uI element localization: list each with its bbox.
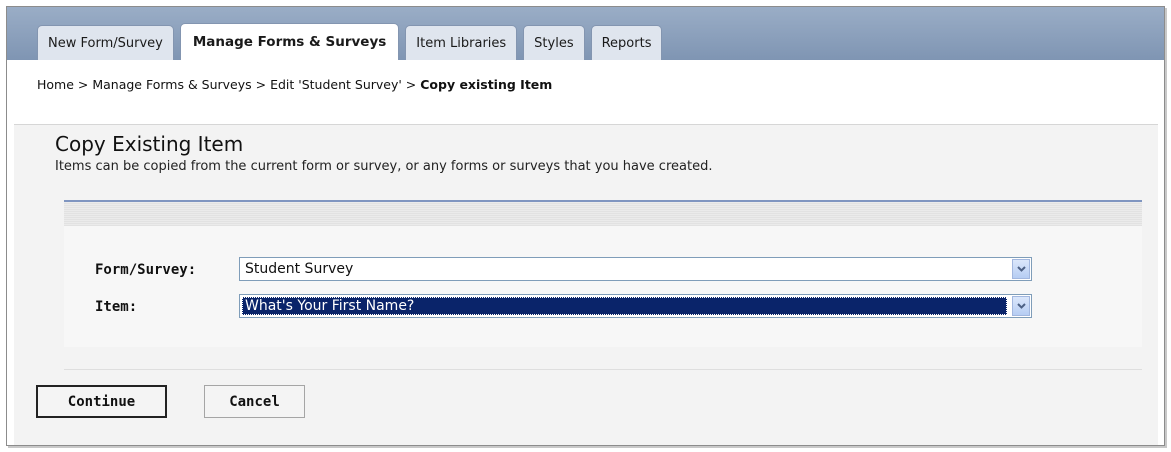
tab-bar: New Form/Survey Manage Forms & Surveys I… <box>7 7 1164 60</box>
section-header-shade <box>64 202 1142 226</box>
continue-button[interactable]: Continue <box>36 385 167 418</box>
breadcrumb-current: Copy existing Item <box>420 77 553 92</box>
breadcrumb: Home > Manage Forms & Surveys > Edit 'St… <box>37 77 552 92</box>
tab-new-form-survey[interactable]: New Form/Survey <box>37 25 174 60</box>
tab-reports[interactable]: Reports <box>590 25 663 60</box>
item-selected-value: What's Your First Name? <box>245 298 415 314</box>
page-title: Copy Existing Item <box>55 132 244 156</box>
breadcrumb-separator: > <box>251 77 271 92</box>
item-select[interactable]: What's Your First Name? <box>239 294 1032 318</box>
breadcrumb-edit-survey[interactable]: Edit 'Student Survey' <box>270 77 402 92</box>
chevron-down-icon[interactable] <box>1012 259 1030 279</box>
divider <box>64 369 1142 370</box>
item-label: Item: <box>95 299 138 315</box>
breadcrumb-home[interactable]: Home <box>37 77 74 92</box>
tab-item-libraries[interactable]: Item Libraries <box>405 25 518 60</box>
breadcrumb-separator: > <box>73 77 93 92</box>
tab-list: New Form/Survey Manage Forms & Surveys I… <box>37 23 668 60</box>
cancel-button[interactable]: Cancel <box>204 385 305 418</box>
form-area <box>64 226 1142 347</box>
form-survey-label: Form/Survey: <box>95 262 197 278</box>
page-description: Items can be copied from the current for… <box>55 159 713 174</box>
tab-manage-forms-surveys[interactable]: Manage Forms & Surveys <box>179 23 400 60</box>
form-survey-selected-value: Student Survey <box>245 261 354 277</box>
breadcrumb-manage-forms[interactable]: Manage Forms & Surveys <box>92 77 251 92</box>
form-survey-select[interactable]: Student Survey <box>239 257 1032 281</box>
chevron-down-icon[interactable] <box>1012 296 1030 316</box>
breadcrumb-separator: > <box>401 77 421 92</box>
app-window: New Form/Survey Manage Forms & Surveys I… <box>6 6 1165 446</box>
tab-styles[interactable]: Styles <box>523 25 585 60</box>
